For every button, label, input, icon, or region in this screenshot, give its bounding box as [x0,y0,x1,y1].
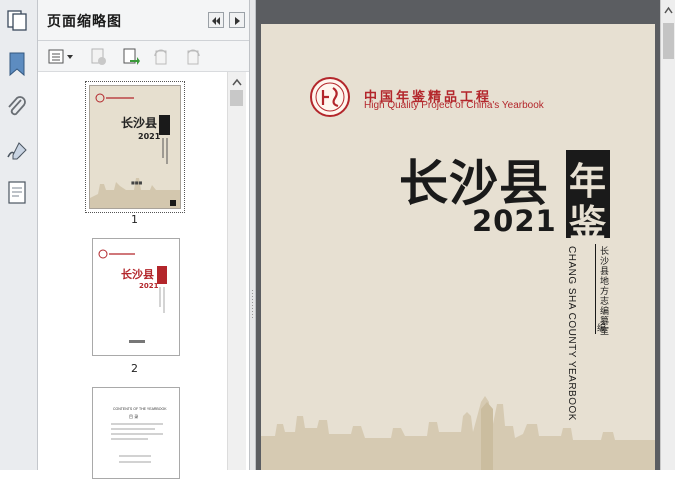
panel-header: 页面缩略图 [38,0,249,41]
attachment-icon[interactable] [5,95,29,119]
document-scroll-thumb[interactable] [663,23,674,59]
document-scrollbar[interactable] [660,0,675,470]
series-en: High Quality Project of China's Yearbook [364,100,544,111]
thumbnail-page-1[interactable]: 长沙县 2021 ■■■ [89,85,181,209]
cover-page: 中国年鉴精品工程 High Quality Project of China's… [261,24,655,470]
collapse-panel-button[interactable] [208,12,224,28]
delete-page-icon[interactable] [90,48,108,66]
thumbnails-panel: 页面缩略图 长沙县 2021 ■■■ 1 长沙县 2021 2 CONTENTS… [38,0,249,479]
cover-year: 2021 [472,204,557,238]
thumbnail-page-2[interactable]: 长沙县 2021 [92,238,180,356]
next-arrow-button[interactable] [229,12,245,28]
left-tool-strip [0,0,38,470]
thumbnail-scrollbar[interactable] [227,72,246,470]
svg-text:2021: 2021 [139,282,159,290]
panel-title: 页面缩略图 [47,14,122,30]
series-logo [309,76,351,118]
editor-suffix: 编 [597,324,607,334]
thumbnail-label-2: 2 [131,362,138,375]
svg-text:2021: 2021 [138,132,161,141]
thumbnail-options-icon[interactable] [47,48,75,66]
layers-icon[interactable] [5,180,29,204]
thumbnail-page-3[interactable]: CONTENTS OF THE YEARBOOK 目 录 [92,387,180,479]
bookmark-icon[interactable] [5,50,29,77]
signature-icon[interactable] [5,139,29,163]
insert-page-icon[interactable] [122,48,140,66]
svg-text:■■■: ■■■ [131,180,143,185]
pages-icon[interactable] [5,8,29,32]
thumbnail-list: 长沙县 2021 ■■■ 1 长沙县 2021 2 CONTENTS OF TH… [38,72,226,479]
svg-text:长沙县: 长沙县 [121,267,154,281]
thumbnail-scroll-thumb[interactable] [230,90,243,106]
yearbook-box: 年 鉴 [566,150,610,245]
svg-text:长沙县: 长沙县 [121,115,157,130]
panel-splitter[interactable] [249,0,256,470]
english-vertical: CHANG SHA COUNTY YEARBOOK [566,246,577,421]
thumbnails-toolbar [38,41,249,72]
thumbnail-label-1: 1 [131,213,138,226]
box-char-2: 鉴 [569,201,606,245]
rotate-left-icon[interactable] [152,48,170,66]
rotate-right-icon[interactable] [184,48,202,66]
